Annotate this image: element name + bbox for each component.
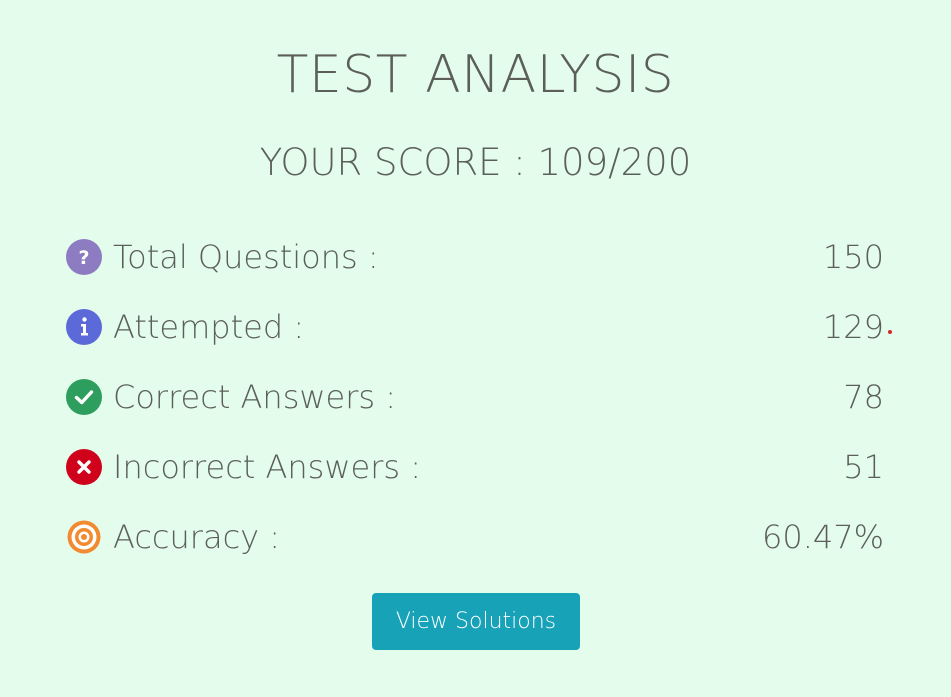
page-title: TEST ANALYSIS xyxy=(276,45,675,105)
stat-row-correct-answers: Correct Answers : 78 xyxy=(66,362,884,432)
stats-list: ? Total Questions : 150 Attempted : 129 … xyxy=(66,222,892,572)
red-dot-marker xyxy=(888,330,892,334)
stat-value: 129 xyxy=(822,308,884,346)
stat-row-incorrect-answers: Incorrect Answers : 51 xyxy=(66,432,884,502)
stat-value: 51 xyxy=(843,448,884,486)
stat-label: Attempted : xyxy=(113,308,305,346)
stat-value: 60.47% xyxy=(761,518,884,556)
stat-label: Accuracy : xyxy=(113,518,281,556)
stat-label: Total Questions : xyxy=(113,238,379,276)
stat-label: Incorrect Answers : xyxy=(113,448,421,486)
info-circle-icon xyxy=(66,309,102,345)
question-circle-icon: ? xyxy=(66,239,102,275)
stat-value: 78 xyxy=(843,378,884,416)
stat-label: Correct Answers : xyxy=(113,378,397,416)
x-circle-icon xyxy=(66,449,102,485)
score-summary: YOUR SCORE : 109/200 xyxy=(259,141,692,184)
target-icon xyxy=(66,519,102,555)
view-solutions-button[interactable]: View Solutions xyxy=(372,593,580,650)
stat-row-attempted: Attempted : 129 xyxy=(66,292,892,362)
stat-row-accuracy: Accuracy : 60.47% xyxy=(66,502,884,572)
svg-text:?: ? xyxy=(78,247,89,269)
check-circle-icon xyxy=(66,379,102,415)
stat-row-total-questions: ? Total Questions : 150 xyxy=(66,222,884,292)
stat-value: 150 xyxy=(822,238,884,276)
